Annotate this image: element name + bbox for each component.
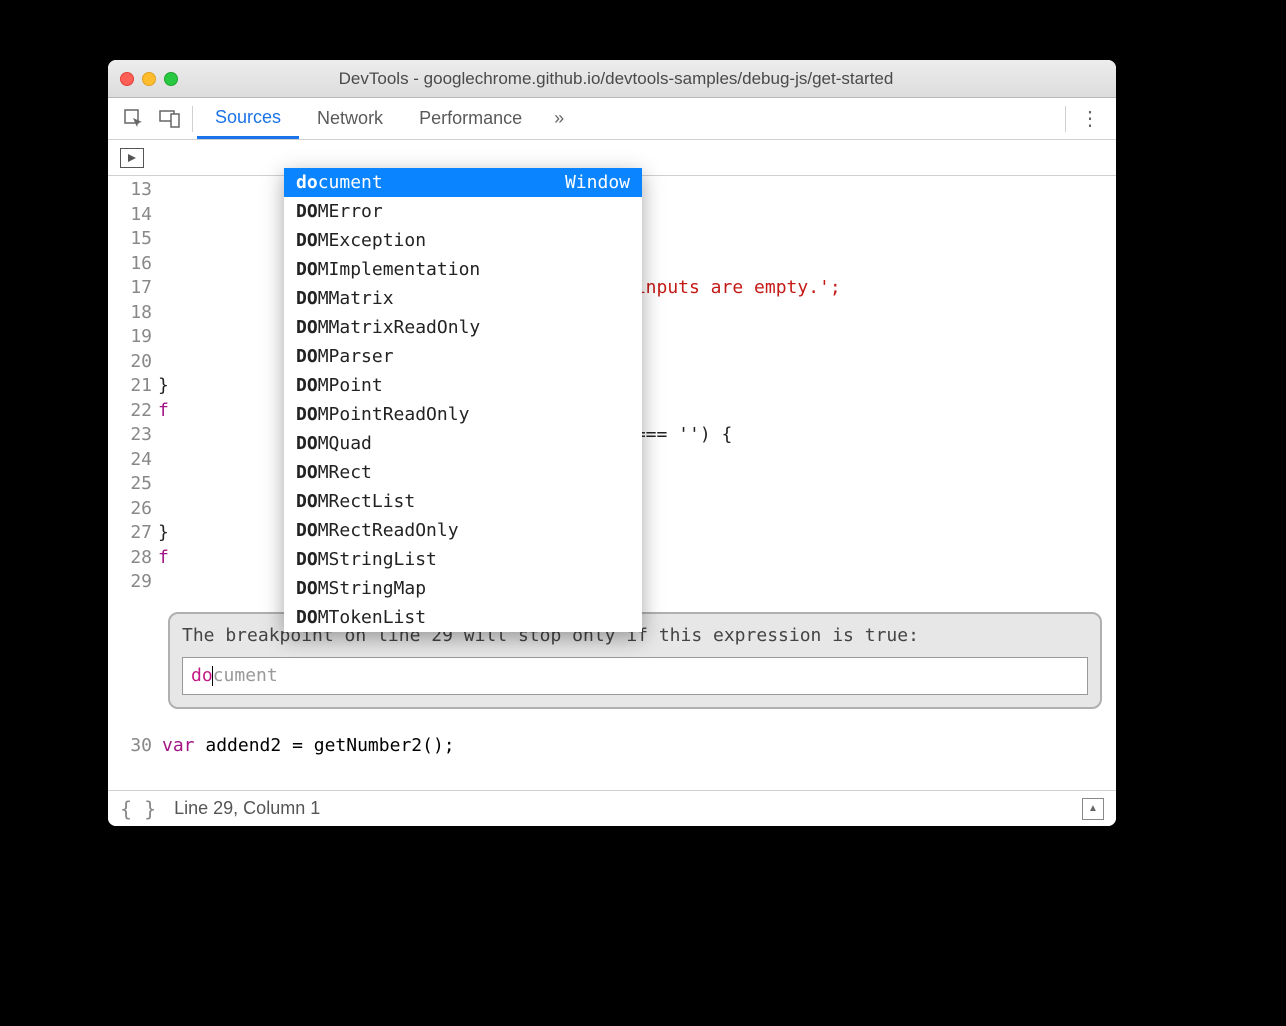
autocomplete-item[interactable]: DOMMatrix (284, 284, 642, 313)
autocomplete-type: Window (565, 172, 630, 193)
autocomplete-item[interactable]: DOMTokenList (284, 603, 642, 632)
device-icon[interactable] (152, 110, 188, 128)
conditional-input[interactable]: document (182, 657, 1088, 696)
code-line-30: 30 var addend2 = getNumber2(); (108, 734, 1116, 759)
tab-sources[interactable]: Sources (197, 98, 299, 139)
inspect-icon[interactable] (116, 108, 152, 130)
autocomplete-item[interactable]: DOMStringMap (284, 574, 642, 603)
autocomplete-item[interactable]: DOMException (284, 226, 642, 255)
more-tabs-icon[interactable]: » (540, 108, 578, 129)
cursor-position: Line 29, Column 1 (174, 798, 320, 819)
autocomplete-item[interactable]: DOMPointReadOnly (284, 400, 642, 429)
autocomplete-item[interactable]: DOMPoint (284, 371, 642, 400)
tab-network[interactable]: Network (299, 98, 401, 139)
tab-performance[interactable]: Performance (401, 98, 540, 139)
autocomplete-item[interactable]: DOMRect (284, 458, 642, 487)
menu-icon[interactable]: ⋮ (1070, 106, 1116, 131)
line-gutter: 13 14 15 16 17 18 19 20 21 22 23 24 25 2… (108, 176, 158, 790)
autocomplete-popup: documentWindowDOMErrorDOMExceptionDOMImp… (284, 168, 642, 632)
divider (1065, 106, 1066, 132)
window-title: DevTools - googlechrome.github.io/devtoo… (128, 69, 1104, 89)
titlebar: DevTools - googlechrome.github.io/devtoo… (108, 60, 1116, 98)
expand-icon[interactable]: ▲ (1082, 798, 1104, 820)
autocomplete-item[interactable]: DOMError (284, 197, 642, 226)
tab-strip: Sources Network Performance » ⋮ (108, 98, 1116, 140)
autocomplete-item[interactable]: DOMParser (284, 342, 642, 371)
resume-icon[interactable] (120, 148, 144, 168)
status-bar: { } Line 29, Column 1 ▲ (108, 790, 1116, 826)
autocomplete-item[interactable]: DOMRectReadOnly (284, 516, 642, 545)
autocomplete-item[interactable]: DOMQuad (284, 429, 642, 458)
autocomplete-item[interactable]: DOMStringList (284, 545, 642, 574)
divider (192, 106, 193, 132)
autocomplete-item[interactable]: documentWindow (284, 168, 642, 197)
autocomplete-item[interactable]: DOMRectList (284, 487, 642, 516)
pretty-print-icon[interactable]: { } (120, 797, 156, 821)
autocomplete-item[interactable]: DOMMatrixReadOnly (284, 313, 642, 342)
devtools-window: DevTools - googlechrome.github.io/devtoo… (108, 60, 1116, 826)
autocomplete-item[interactable]: DOMImplementation (284, 255, 642, 284)
